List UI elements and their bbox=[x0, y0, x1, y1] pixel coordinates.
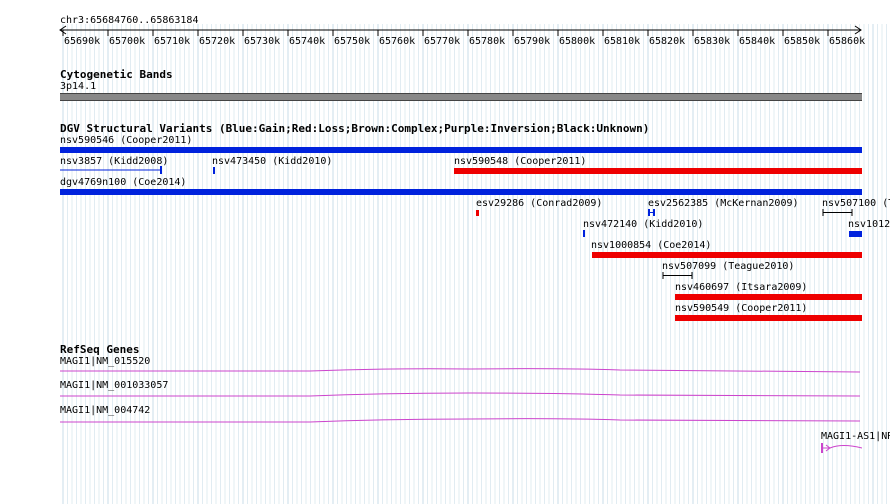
ruler-tick-label: 65860k bbox=[829, 36, 866, 47]
ruler-tick-label: 65780k bbox=[469, 36, 506, 47]
ruler-tick-label: 65840k bbox=[739, 36, 776, 47]
dgv-gain-line[interactable] bbox=[60, 166, 164, 174]
ruler-tick-label: 65810k bbox=[604, 36, 641, 47]
ruler-tick-label: 65690k bbox=[64, 36, 101, 47]
dgv-feature-label: nsv590546 (Cooper2011) bbox=[60, 135, 193, 146]
dgv-gain-bar[interactable] bbox=[849, 231, 862, 237]
gene-model[interactable] bbox=[60, 390, 862, 400]
dgv-loss-bar[interactable] bbox=[592, 252, 862, 258]
refseq-track-title[interactable]: RefSeq Genes bbox=[60, 343, 139, 356]
dgv-feature-label: nsv590549 (Cooper2011) bbox=[675, 303, 808, 314]
ruler-tick-label: 65720k bbox=[199, 36, 236, 47]
ruler-tick-label: 65800k bbox=[559, 36, 596, 47]
ruler-tick-label: 65760k bbox=[379, 36, 416, 47]
ruler-tick-label: 65700k bbox=[109, 36, 146, 47]
dgv-feature-label: dgv4769n100 (Coe2014) bbox=[60, 177, 187, 188]
dgv-feature-label: nsv460697 (Itsara2009) bbox=[675, 282, 808, 293]
dgv-feature-label: nsv472140 (Kidd2010) bbox=[583, 219, 704, 230]
dgv-feature-label: esv29286 (Conrad2009) bbox=[476, 198, 603, 209]
dgv-loss-bar[interactable] bbox=[675, 315, 862, 321]
dgv-feature-label: nsv590548 (Cooper2011) bbox=[454, 156, 587, 167]
gene-model-as1[interactable] bbox=[820, 441, 862, 455]
cyto-band[interactable] bbox=[60, 93, 862, 101]
dgv-feature-label: nsv1012 bbox=[848, 219, 890, 230]
ruler-tick-label: 65830k bbox=[694, 36, 731, 47]
dgv-feature-label: nsv473450 (Kidd2010) bbox=[212, 156, 333, 167]
dgv-gain-bar[interactable] bbox=[583, 230, 585, 237]
dgv-gain-bar[interactable] bbox=[60, 147, 862, 153]
ruler-tick-label: 65750k bbox=[334, 36, 371, 47]
dgv-loss-bar[interactable] bbox=[476, 210, 479, 216]
dgv-loss-bar[interactable] bbox=[675, 294, 862, 300]
dgv-unknown-line[interactable] bbox=[662, 272, 694, 280]
dgv-gain-line[interactable] bbox=[648, 209, 656, 217]
ruler-tick-label: 65770k bbox=[424, 36, 461, 47]
dgv-feature-label: nsv1000854 (Coe2014) bbox=[591, 240, 712, 251]
ruler-tick-label: 65790k bbox=[514, 36, 551, 47]
dgv-gain-bar[interactable] bbox=[60, 189, 862, 195]
dgv-feature-label: esv2562385 (McKernan2009) bbox=[648, 198, 799, 209]
cyto-track-title[interactable]: Cytogenetic Bands bbox=[60, 68, 173, 81]
gene-model[interactable] bbox=[60, 415, 862, 425]
dgv-track-title[interactable]: DGV Structural Variants (Blue:Gain;Red:L… bbox=[60, 122, 649, 135]
ruler-tick-label: 65710k bbox=[154, 36, 191, 47]
ruler-tick-label: 65730k bbox=[244, 36, 281, 47]
ruler-tick-label: 65820k bbox=[649, 36, 686, 47]
gene-model[interactable] bbox=[60, 366, 862, 376]
ruler-tick-label: 65740k bbox=[289, 36, 326, 47]
dgv-loss-bar[interactable] bbox=[454, 168, 862, 174]
ruler-tick-label: 65850k bbox=[784, 36, 821, 47]
dgv-unknown-line[interactable] bbox=[822, 209, 854, 217]
cyto-band-label: 3p14.1 bbox=[60, 81, 97, 92]
dgv-gain-bar[interactable] bbox=[213, 167, 215, 174]
